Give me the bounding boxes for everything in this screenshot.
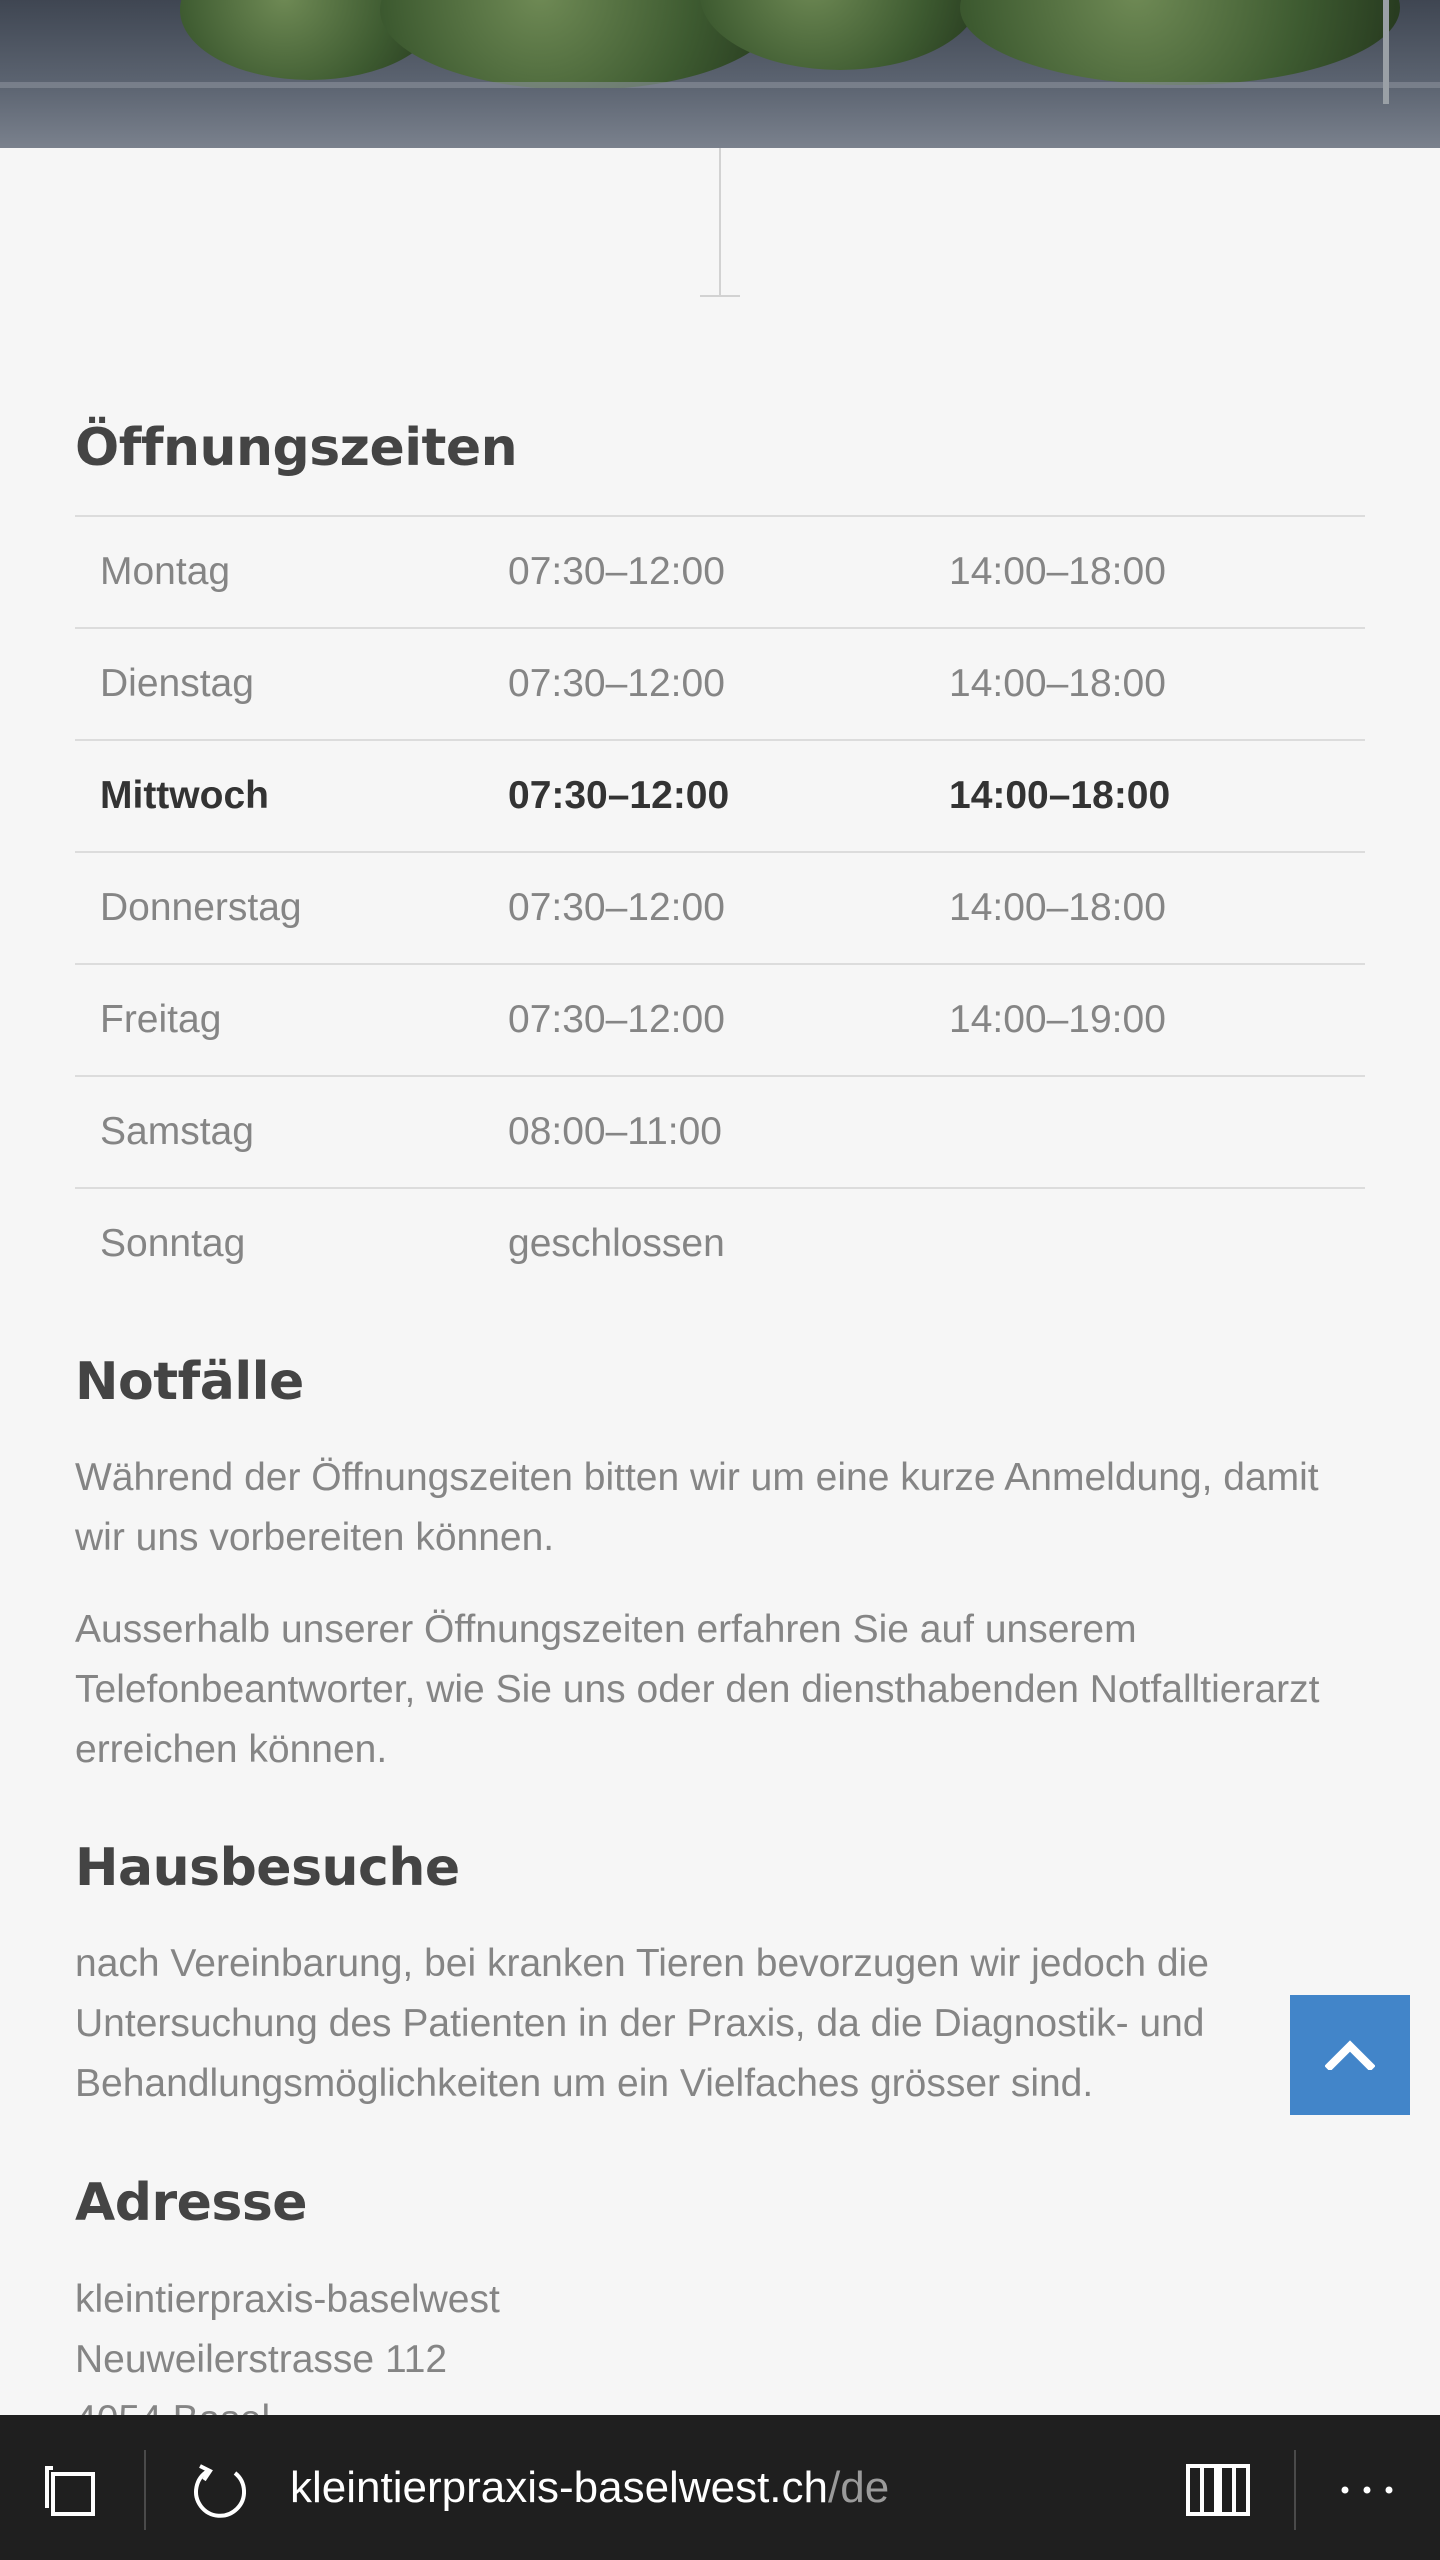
house-calls-text: nach Vereinbarung, bei kranken Tieren be… xyxy=(75,1942,1209,2105)
url-path: /de xyxy=(828,2462,890,2512)
toolbar-separator xyxy=(1294,2450,1296,2530)
hero-image xyxy=(0,0,1440,148)
morning-hours-cell: 08:00–11:00 xyxy=(483,1075,924,1188)
afternoon-hours-cell xyxy=(924,1075,1365,1188)
day-cell: Freitag xyxy=(75,963,483,1076)
day-cell: Dienstag xyxy=(75,627,483,740)
table-row: Sonntag geschlossen xyxy=(75,1187,1365,1299)
afternoon-hours-cell: 14:00–18:00 xyxy=(924,739,1365,852)
section-divider xyxy=(719,148,721,296)
emergency-text-2: Ausserhalb unserer Öffnungszeiten erfahr… xyxy=(75,1608,1320,1771)
tabs-icon xyxy=(45,2466,95,2516)
refresh-icon xyxy=(194,2464,247,2518)
table-row: Freitag 07:30–12:00 14:00–19:00 xyxy=(75,963,1365,1076)
afternoon-hours-cell: 14:00–18:00 xyxy=(924,515,1365,628)
afternoon-hours-cell: 14:00–18:00 xyxy=(924,851,1365,964)
table-row: Samstag 08:00–11:00 xyxy=(75,1075,1365,1188)
more-button[interactable] xyxy=(1322,2445,1412,2535)
book-icon xyxy=(1186,2464,1250,2516)
day-cell: Donnerstag xyxy=(75,851,483,964)
table-row: Donnerstag 07:30–12:00 14:00–18:00 xyxy=(75,851,1365,964)
address-bar[interactable]: kleintierpraxis-baselwest.ch/de xyxy=(290,2415,889,2560)
address-heading: Adresse xyxy=(75,2173,308,2233)
refresh-button[interactable] xyxy=(175,2445,265,2535)
table-row: Dienstag 07:30–12:00 14:00–18:00 xyxy=(75,627,1365,740)
day-cell: Samstag xyxy=(75,1075,483,1188)
morning-hours-cell: 07:30–12:00 xyxy=(483,739,924,852)
house-calls-heading: Hausbesuche xyxy=(75,1838,460,1898)
morning-hours-cell: 07:30–12:00 xyxy=(483,963,924,1076)
morning-hours-cell: 07:30–12:00 xyxy=(483,851,924,964)
morning-hours-cell: geschlossen xyxy=(483,1187,924,1299)
more-icon xyxy=(1341,2486,1393,2494)
table-row-today: Mittwoch 07:30–12:00 14:00–18:00 xyxy=(75,739,1365,852)
morning-hours-cell: 07:30–12:00 xyxy=(483,515,924,628)
day-cell: Montag xyxy=(75,515,483,628)
emergency-heading: Notfälle xyxy=(75,1352,304,1412)
opening-hours-table: Montag 07:30–12:00 14:00–18:00 Dienstag … xyxy=(75,515,1365,1299)
tabs-button[interactable] xyxy=(28,2445,118,2535)
address-line-name: kleintierpraxis-baselwest xyxy=(75,2278,500,2321)
reading-view-button[interactable] xyxy=(1173,2445,1263,2535)
morning-hours-cell: 07:30–12:00 xyxy=(483,627,924,740)
opening-hours-heading: Öffnungszeiten xyxy=(75,418,518,478)
url-domain: kleintierpraxis-baselwest.ch xyxy=(290,2462,828,2512)
afternoon-hours-cell xyxy=(924,1187,1365,1299)
afternoon-hours-cell: 14:00–19:00 xyxy=(924,963,1365,1076)
emergency-text-1: Während der Öffnungszeiten bitten wir um… xyxy=(75,1456,1319,1559)
toolbar-separator xyxy=(144,2450,146,2530)
section-divider-foot xyxy=(700,295,740,297)
chevron-up-icon xyxy=(1325,2040,1375,2070)
day-cell: Sonntag xyxy=(75,1187,483,1299)
afternoon-hours-cell: 14:00–18:00 xyxy=(924,627,1365,740)
scroll-to-top-button[interactable] xyxy=(1290,1995,1410,2115)
address-line-street: Neuweilerstrasse 112 xyxy=(75,2338,448,2381)
browser-toolbar: kleintierpraxis-baselwest.ch/de xyxy=(0,2415,1440,2560)
day-cell: Mittwoch xyxy=(75,739,483,852)
table-row: Montag 07:30–12:00 14:00–18:00 xyxy=(75,515,1365,628)
